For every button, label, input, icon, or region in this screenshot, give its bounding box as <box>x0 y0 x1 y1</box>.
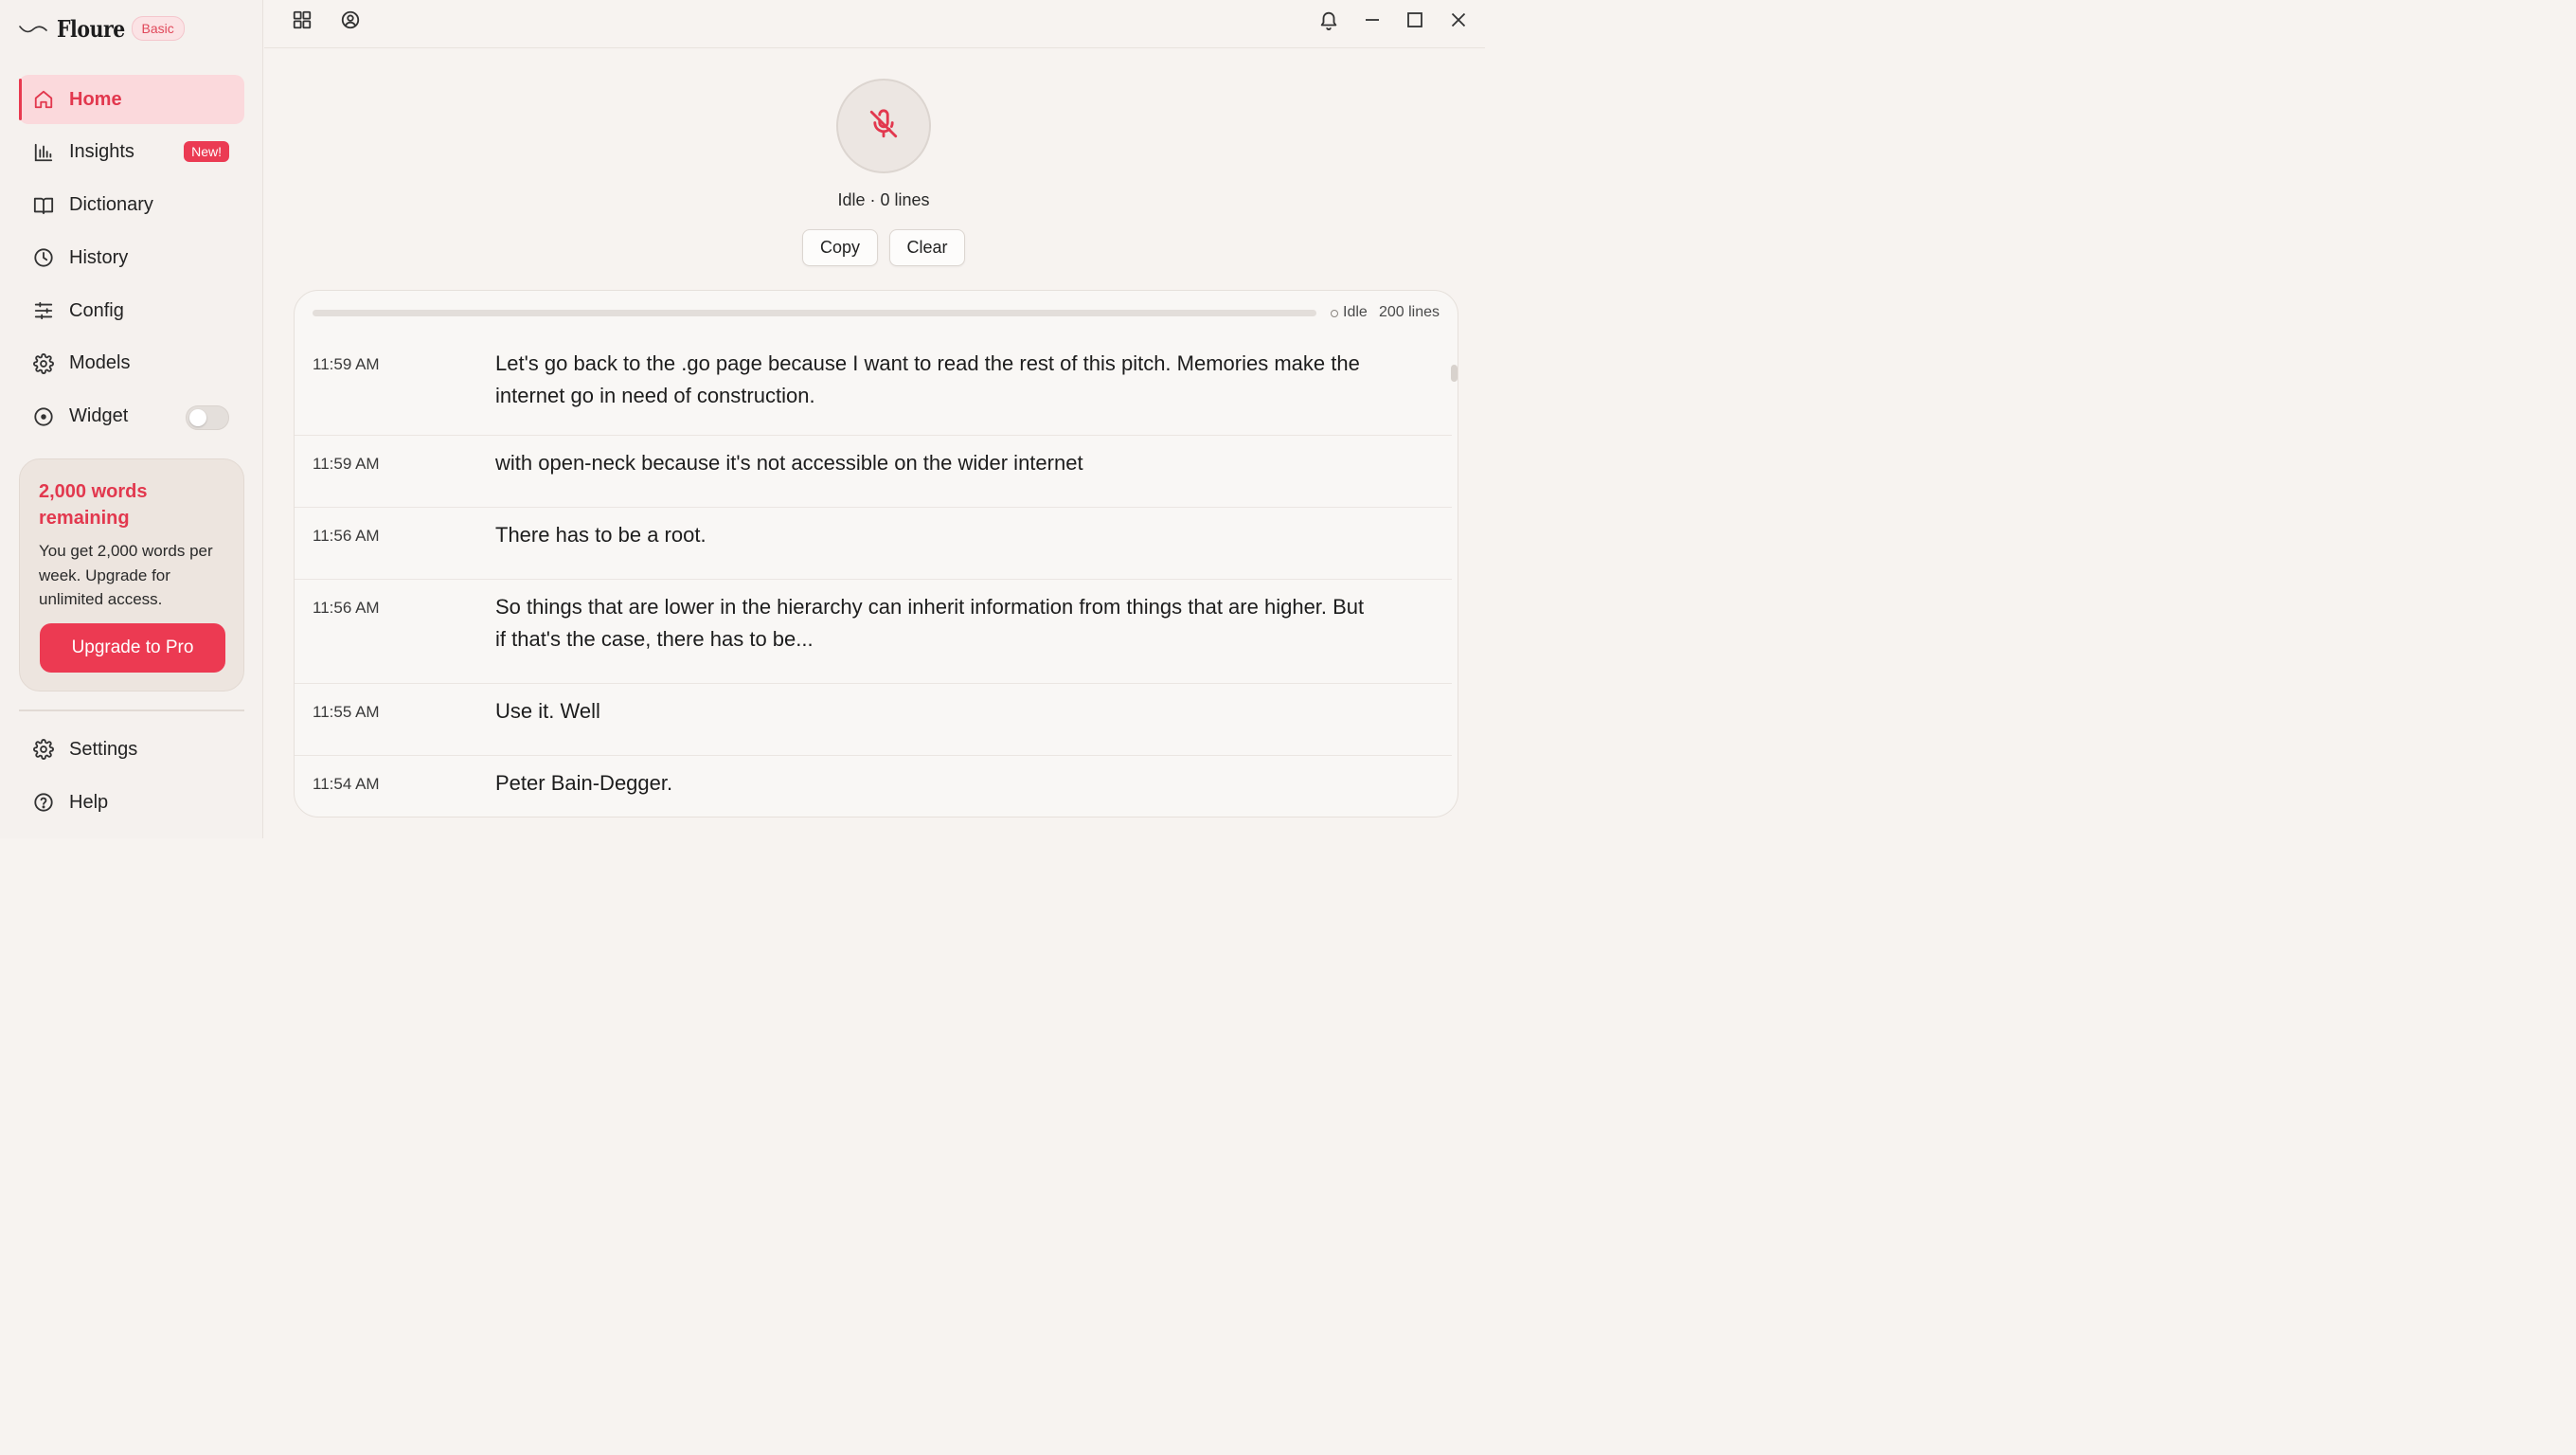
mic-off-icon <box>868 108 900 145</box>
widget-toggle[interactable] <box>186 404 229 430</box>
transcript-row[interactable]: 11:59 AM Let's go back to the .go page b… <box>295 336 1452 436</box>
transcript-row[interactable]: 11:59 AM with open-neck because it's not… <box>295 436 1452 508</box>
bar-chart-icon <box>32 141 55 164</box>
sidebar-item-label: History <box>69 246 129 268</box>
target-icon <box>32 405 55 428</box>
line-count: 200 lines <box>1378 304 1440 320</box>
upgrade-to-pro-button[interactable]: Upgrade to Pro <box>40 623 225 673</box>
transcript-panel: Idle 200 lines 11:59 AM Let's go back to… <box>294 290 1458 817</box>
row-time: 11:59 AM <box>313 455 380 473</box>
transcript-state: Idle <box>1343 304 1368 320</box>
logo-wave-icon <box>19 26 47 33</box>
row-time: 11:55 AM <box>313 703 380 721</box>
sidebar-divider <box>19 710 244 711</box>
home-icon <box>32 88 55 111</box>
record-mic-button[interactable] <box>836 79 931 173</box>
scrollbar-thumb[interactable] <box>1451 365 1458 382</box>
minimize-icon[interactable] <box>1361 9 1384 31</box>
clock-icon <box>32 246 55 269</box>
sliders-icon <box>32 299 55 322</box>
upgrade-promo-card: 2,000 words remaining You get 2,000 word… <box>19 458 244 692</box>
row-text: There has to be a root. <box>495 523 707 547</box>
sidebar-item-label: Dictionary <box>69 194 153 216</box>
row-text: Let's go back to the .go page because I … <box>495 351 1360 407</box>
sidebar-item-widget[interactable]: Widget <box>19 392 244 441</box>
brand: Floure Basic <box>19 13 185 44</box>
sidebar-item-insights[interactable]: Insights New! <box>19 128 244 177</box>
sidebar-item-label: Widget <box>69 405 129 427</box>
grid-icon[interactable] <box>291 9 313 31</box>
gear-icon <box>32 738 55 761</box>
user-circle-icon[interactable] <box>339 9 362 31</box>
sidebar-item-label: Home <box>69 88 122 110</box>
sidebar-item-config[interactable]: Config <box>19 286 244 335</box>
book-icon <box>32 194 55 217</box>
sidebar-item-home[interactable]: Home <box>19 75 244 124</box>
transcript-header: Idle 200 lines <box>295 291 1458 336</box>
sidebar-item-help[interactable]: Help <box>19 778 244 827</box>
sidebar-item-settings[interactable]: Settings <box>19 725 244 774</box>
transcript-progress-bar <box>313 310 1316 316</box>
transcript-list: 11:59 AM Let's go back to the .go page b… <box>295 336 1452 817</box>
plan-badge: Basic <box>131 16 185 41</box>
transcript-row[interactable]: 11:55 AM Use it. Well <box>295 684 1452 756</box>
row-time: 11:56 AM <box>313 599 380 617</box>
sidebar-item-label: Settings <box>69 738 138 760</box>
sidebar-item-label: Models <box>69 352 131 374</box>
app-name: Floure <box>57 14 125 43</box>
row-text: Peter Bain-Degger. <box>495 771 673 795</box>
new-badge: New! <box>184 140 229 162</box>
transcript-row[interactable]: 11:56 AM So things that are lower in the… <box>295 580 1452 684</box>
row-time: 11:54 AM <box>313 775 380 793</box>
sidebar-item-models[interactable]: Models <box>19 339 244 388</box>
app-window: Floure Basic Home Insights New! Dictiona… <box>0 0 1485 838</box>
row-text: Use it. Well <box>495 699 600 723</box>
words-remaining-title: 2,000 words remaining <box>39 481 148 529</box>
bottom-nav: Settings Help <box>19 725 244 831</box>
row-text: So things that are lower in the hierarch… <box>495 595 1365 651</box>
sidebar-item-label: Insights <box>69 141 134 163</box>
main-nav: Home Insights New! Dictionary History Co… <box>19 75 244 445</box>
gear-icon <box>32 352 55 375</box>
row-time: 11:59 AM <box>313 355 380 373</box>
row-time: 11:56 AM <box>313 527 380 545</box>
top-bar <box>264 0 1485 48</box>
status-dot-icon <box>1331 310 1338 317</box>
clear-button[interactable]: Clear <box>889 229 965 266</box>
transcript-row[interactable]: 11:56 AM There has to be a root. <box>295 508 1452 580</box>
maximize-icon[interactable] <box>1404 9 1426 31</box>
sidebar-item-history[interactable]: History <box>19 233 244 282</box>
close-icon[interactable] <box>1447 9 1470 31</box>
transcript-row[interactable]: 11:54 AM Peter Bain-Degger. <box>295 756 1452 817</box>
sidebar-item-label: Config <box>69 299 124 321</box>
toggle-knob <box>189 408 206 426</box>
sidebar-item-dictionary[interactable]: Dictionary <box>19 181 244 230</box>
sidebar: Floure Basic Home Insights New! Dictiona… <box>0 0 263 838</box>
sidebar-item-label: Help <box>69 791 109 813</box>
help-circle-icon <box>32 791 55 814</box>
promo-description: You get 2,000 words per week. Upgrade fo… <box>39 542 213 608</box>
copy-button[interactable]: Copy <box>802 229 878 266</box>
row-text: with open-neck because it's not accessib… <box>495 451 1083 475</box>
recorder-status: Idle · 0 lines <box>837 190 930 209</box>
bell-icon[interactable] <box>1317 9 1340 31</box>
